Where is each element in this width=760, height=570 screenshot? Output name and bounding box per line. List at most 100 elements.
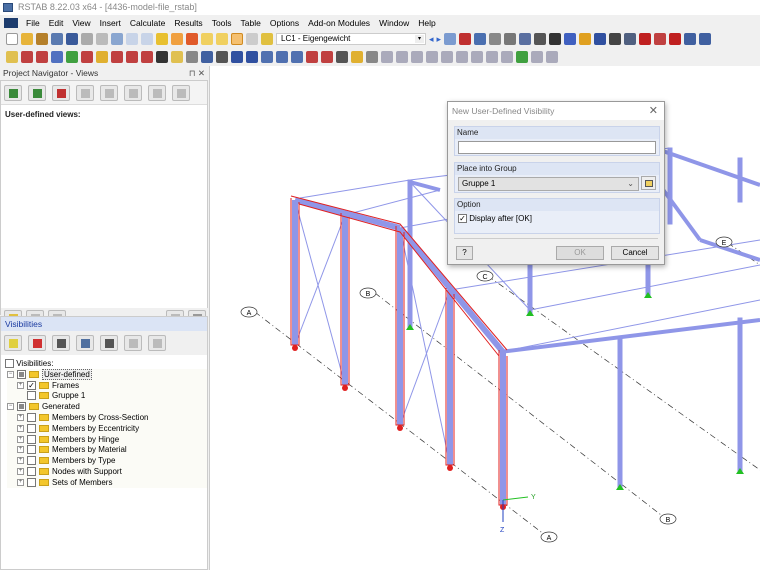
show-icon[interactable] bbox=[201, 33, 213, 45]
support-icon[interactable] bbox=[66, 50, 78, 63]
member-x-icon[interactable] bbox=[21, 50, 33, 63]
display-icon[interactable] bbox=[459, 33, 472, 45]
vis-delete-button[interactable] bbox=[28, 335, 46, 351]
table-toggle-icon[interactable] bbox=[246, 33, 258, 45]
guide-icon[interactable] bbox=[186, 50, 198, 63]
tree-item-gruppe-1[interactable]: Gruppe 1 bbox=[7, 391, 207, 402]
expand-icon[interactable]: + bbox=[17, 424, 24, 432]
save-all-icon[interactable] bbox=[51, 33, 63, 45]
n-icon[interactable] bbox=[396, 50, 408, 63]
mt-icon[interactable] bbox=[441, 50, 453, 63]
hinge-icon[interactable] bbox=[81, 50, 93, 63]
view-c-button[interactable] bbox=[124, 85, 142, 101]
expand-icon[interactable]: + bbox=[17, 414, 24, 422]
my-icon[interactable] bbox=[456, 50, 468, 63]
vz-icon[interactable] bbox=[426, 50, 438, 63]
measure-icon[interactable] bbox=[381, 50, 393, 63]
view-icon[interactable] bbox=[444, 33, 457, 45]
redo-icon[interactable] bbox=[141, 33, 153, 45]
new-icon[interactable] bbox=[6, 33, 18, 45]
archive-icon[interactable] bbox=[36, 33, 48, 45]
prev-arrow-icon[interactable]: ◂ bbox=[429, 34, 434, 45]
view-b-button[interactable] bbox=[100, 85, 118, 101]
tree-item-generated-0[interactable]: + Members by Cross-Section bbox=[7, 412, 207, 423]
help-icon[interactable] bbox=[699, 33, 712, 45]
tree-checkbox[interactable] bbox=[27, 423, 36, 433]
model-data-icon[interactable] bbox=[156, 33, 168, 45]
zoom-all-icon[interactable] bbox=[246, 50, 258, 63]
deformation-icon[interactable] bbox=[531, 50, 543, 63]
vy-icon[interactable] bbox=[411, 50, 423, 63]
view-x-icon[interactable] bbox=[291, 50, 303, 63]
menu-insert[interactable]: Insert bbox=[100, 18, 121, 28]
print-icon[interactable] bbox=[96, 33, 108, 45]
view-x-button[interactable] bbox=[4, 85, 22, 101]
grid-icon[interactable] bbox=[549, 33, 562, 45]
cancel-button[interactable]: Cancel bbox=[611, 246, 659, 260]
eye-icon[interactable] bbox=[366, 50, 378, 63]
block-icon[interactable] bbox=[81, 33, 93, 45]
load-icon[interactable] bbox=[96, 50, 108, 63]
app-logo-icon[interactable] bbox=[4, 18, 18, 28]
undo-icon[interactable] bbox=[126, 33, 138, 45]
filter-icon[interactable] bbox=[639, 33, 652, 45]
select-icon[interactable] bbox=[564, 33, 577, 45]
view-grid-icon[interactable] bbox=[216, 50, 228, 63]
tree-item-frames[interactable]: + ✓ Frames bbox=[7, 380, 207, 391]
px-icon[interactable] bbox=[486, 50, 498, 63]
menu-results[interactable]: Results bbox=[174, 18, 202, 28]
menu-file[interactable]: File bbox=[26, 18, 40, 28]
tree-item-generated-4[interactable]: + Members by Type bbox=[7, 455, 207, 466]
section-icon[interactable] bbox=[534, 33, 547, 45]
menu-edit[interactable]: Edit bbox=[49, 18, 64, 28]
menu-help[interactable]: Help bbox=[418, 18, 435, 28]
expand-icon[interactable]: + bbox=[17, 468, 24, 476]
comment-icon[interactable] bbox=[171, 50, 183, 63]
collapse-icon[interactable]: − bbox=[7, 403, 14, 411]
view-3d-icon[interactable] bbox=[261, 50, 273, 63]
tree-checkbox[interactable] bbox=[27, 467, 36, 477]
load-case-select[interactable]: LC1 - Eigengewicht ▾ bbox=[276, 33, 426, 45]
deform-icon[interactable] bbox=[504, 33, 517, 45]
print-preview-icon[interactable] bbox=[111, 33, 123, 45]
menu-addon-modules[interactable]: Add-on Modules bbox=[308, 18, 370, 28]
tree-item-generated-6[interactable]: + Sets of Members bbox=[7, 477, 207, 488]
tree-item-generated-3[interactable]: + Members by Material bbox=[7, 445, 207, 456]
tree-checkbox[interactable] bbox=[17, 402, 26, 412]
iso-icon[interactable] bbox=[624, 33, 637, 45]
vis-reset-button[interactable] bbox=[148, 335, 166, 351]
values-icon[interactable] bbox=[489, 33, 502, 45]
nodal-load-icon[interactable] bbox=[111, 50, 123, 63]
next-arrow-icon[interactable]: ▸ bbox=[437, 34, 442, 45]
view-z-icon[interactable] bbox=[321, 50, 333, 63]
render-icon[interactable] bbox=[474, 33, 487, 45]
menu-window[interactable]: Window bbox=[379, 18, 409, 28]
group-select[interactable]: Gruppe 1 ⌄ bbox=[458, 177, 639, 191]
tree-checkbox[interactable] bbox=[27, 445, 36, 455]
member-load-icon[interactable] bbox=[126, 50, 138, 63]
vis-copy-button[interactable] bbox=[76, 335, 94, 351]
view-a-button[interactable] bbox=[76, 85, 94, 101]
member-y-icon[interactable] bbox=[51, 50, 63, 63]
display-after-row[interactable]: ✓ Display after [OK] bbox=[455, 211, 659, 226]
view-d-button[interactable] bbox=[148, 85, 166, 101]
expand-icon[interactable]: + bbox=[17, 457, 24, 465]
member-icon[interactable] bbox=[654, 33, 667, 45]
member-frame-icon[interactable] bbox=[36, 50, 48, 63]
navigator-toggle-icon[interactable] bbox=[231, 33, 243, 45]
expand-icon[interactable]: + bbox=[17, 435, 24, 443]
tree-checkbox[interactable] bbox=[27, 477, 36, 487]
calc-icon[interactable] bbox=[171, 33, 183, 45]
visibility-icon[interactable] bbox=[201, 50, 213, 63]
view-e-button[interactable] bbox=[172, 85, 190, 101]
zoom-icon[interactable] bbox=[579, 33, 592, 45]
pin-close-icon[interactable]: ⊓ ✕ bbox=[189, 66, 205, 80]
dimension-icon[interactable] bbox=[156, 50, 168, 63]
tree-checkbox[interactable]: ✓ bbox=[27, 380, 36, 390]
collapse-icon[interactable]: − bbox=[7, 370, 14, 378]
node-icon[interactable] bbox=[6, 50, 18, 63]
delete-icon[interactable] bbox=[669, 33, 682, 45]
view-iso-icon[interactable] bbox=[336, 50, 348, 63]
folder-icon[interactable] bbox=[216, 33, 228, 45]
menu-view[interactable]: View bbox=[72, 18, 90, 28]
